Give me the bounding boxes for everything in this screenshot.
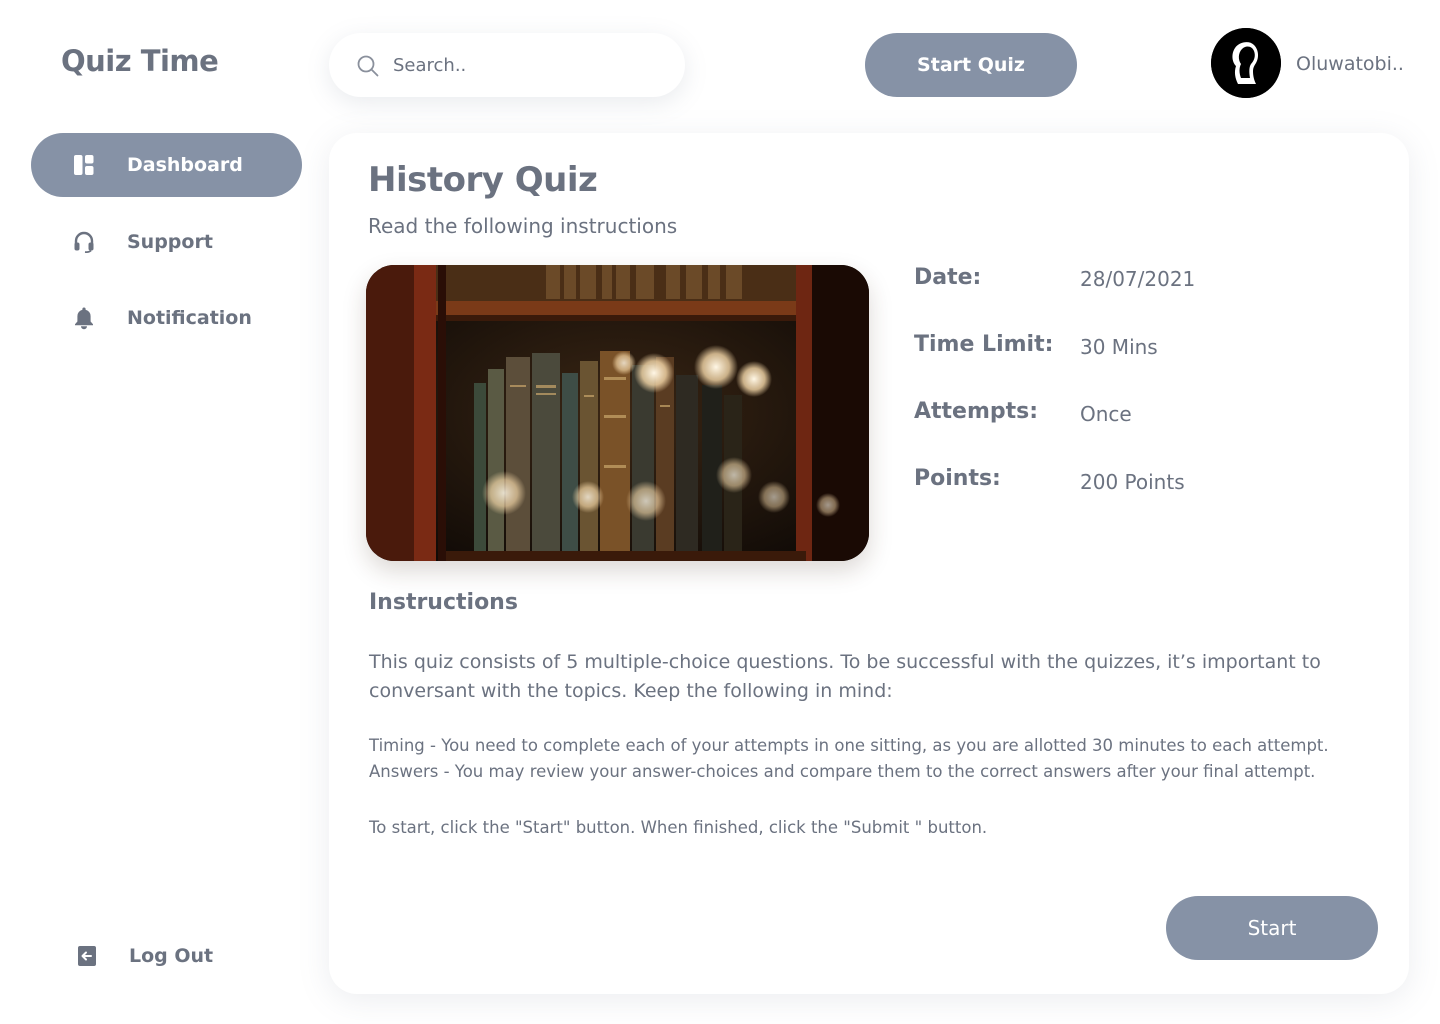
time-limit-value: 30 Mins — [1080, 335, 1158, 359]
sidebar-item-support[interactable]: Support — [31, 210, 302, 274]
instructions-rules: Timing - You need to complete each of yo… — [369, 733, 1379, 785]
start-button[interactable]: Start — [1166, 896, 1378, 960]
sidebar-item-label: Support — [127, 231, 213, 253]
dashboard-icon — [73, 154, 95, 176]
instructions-footer: To start, click the "Start" button. When… — [369, 818, 988, 837]
bell-icon — [73, 307, 95, 330]
attempts-label: Attempts: — [914, 399, 1039, 424]
page-subtitle: Read the following instructions — [368, 214, 678, 238]
date-value: 28/07/2021 — [1080, 267, 1196, 291]
app-logo: Quiz Time — [61, 44, 219, 78]
logout-label: Log Out — [129, 945, 214, 967]
user-silhouette-icon — [1211, 28, 1281, 98]
search-icon — [356, 54, 380, 78]
search-input[interactable] — [393, 47, 663, 83]
time-limit-label: Time Limit: — [914, 332, 1054, 357]
search-bar[interactable] — [329, 33, 685, 97]
sidebar-item-label: Notification — [127, 307, 252, 329]
instructions-heading: Instructions — [369, 590, 518, 615]
username[interactable]: Oluwatobi.. — [1296, 53, 1404, 75]
points-label: Points: — [914, 466, 1001, 491]
sidebar-item-label: Dashboard — [127, 154, 243, 176]
sidebar-item-dashboard[interactable]: Dashboard — [31, 133, 302, 197]
instructions-intro: This quiz consists of 5 multiple-choice … — [369, 651, 1321, 702]
date-label: Date: — [914, 265, 982, 290]
page-title: History Quiz — [368, 160, 598, 200]
quiz-cover-image — [366, 265, 869, 561]
rule-answers: Answers - You may review your answer-cho… — [369, 762, 1316, 781]
rule-timing: Timing - You need to complete each of yo… — [369, 736, 1329, 755]
start-quiz-button[interactable]: Start Quiz — [865, 33, 1077, 97]
logout-button[interactable]: Log Out — [31, 924, 302, 988]
avatar[interactable] — [1211, 28, 1281, 98]
sidebar-item-notification[interactable]: Notification — [31, 286, 302, 350]
points-value: 200 Points — [1080, 470, 1185, 494]
logout-icon — [76, 945, 98, 967]
attempts-value: Once — [1080, 402, 1132, 426]
headset-icon — [73, 231, 95, 253]
quiz-card: History Quiz Read the following instruct… — [329, 133, 1409, 994]
